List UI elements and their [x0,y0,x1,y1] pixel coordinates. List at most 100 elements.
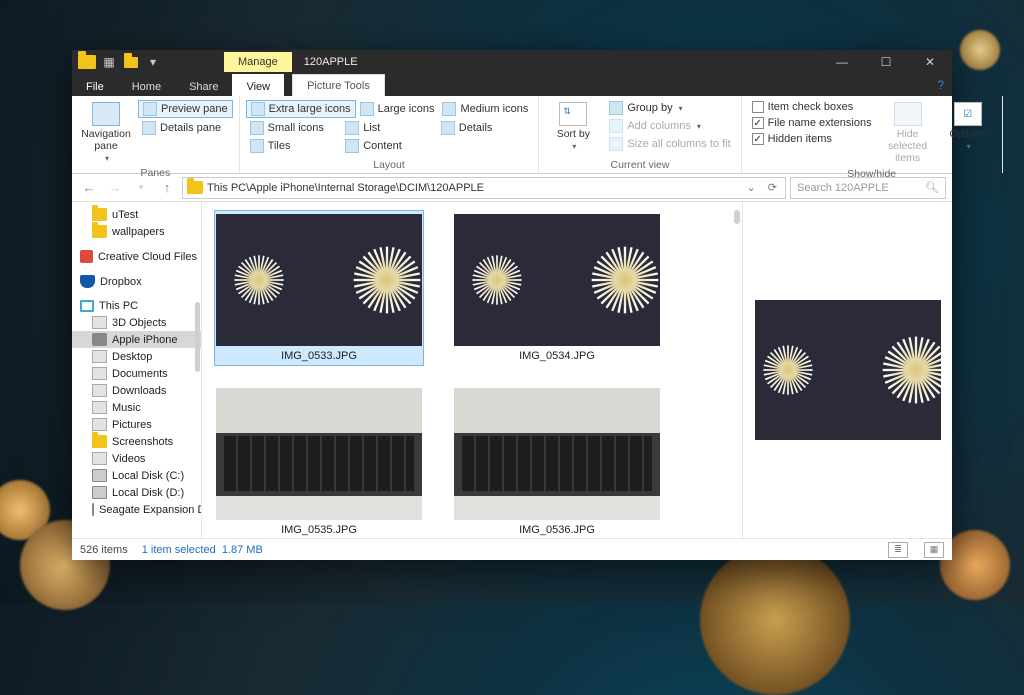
preview-pane-button[interactable]: Preview pane [138,100,233,118]
cc-icon [80,250,93,263]
address-field[interactable]: This PC\Apple iPhone\Internal Storage\DC… [182,177,786,199]
layout-content[interactable]: Content [341,138,437,154]
details-pane-button[interactable]: Details pane [138,120,233,136]
navigation-tree[interactable]: uTestwallpapers Creative Cloud Files Dropb… [72,202,202,538]
forward-button[interactable]: → [104,177,126,199]
status-item-count: 526 items [80,544,128,556]
options-button[interactable]: ☑ Options▾ [940,100,996,166]
hd-icon [92,469,107,482]
layout-list[interactable]: List [341,120,437,136]
hd-icon [92,503,94,516]
db-icon [80,275,95,288]
layout-medium[interactable]: Medium icons [438,100,532,118]
file-list[interactable]: IMG_0533.JPG IMG_0534.JPG IMG_0535.JPG IMG_… [202,202,742,538]
recent-locations-icon[interactable]: ▾ [130,177,152,199]
thumbnail-image [216,214,422,346]
back-button[interactable]: ← [78,177,100,199]
group-by-button[interactable]: Group by▾ [605,100,734,116]
layout-tiles[interactable]: Tiles [246,138,342,154]
file-name: IMG_0534.JPG [519,350,595,362]
tree-item[interactable]: Screenshots [72,433,201,450]
pc-icon [80,300,94,312]
qat-newfolder-icon[interactable] [120,51,142,73]
file-name: IMG_0535.JPG [281,524,357,536]
tab-picture-tools[interactable]: Picture Tools [292,74,385,96]
thumbnail-image [454,214,660,346]
file-thumbnail[interactable]: IMG_0536.JPG [452,384,662,538]
tree-item[interactable]: This PC [72,298,201,314]
sort-by-button[interactable]: ⇅ Sort by▾ [545,100,601,157]
dev-icon [92,333,107,346]
file-name: IMG_0533.JPG [281,350,357,362]
preview-pane [742,202,952,538]
generic-icon [92,384,107,397]
up-button[interactable]: ↑ [156,177,178,199]
folder-icon [187,181,203,194]
search-icon: 🔍︎ [925,181,939,194]
help-icon[interactable]: ? [937,74,952,96]
search-input[interactable]: Search 120APPLE 🔍︎ [790,177,946,199]
tree-item[interactable]: Videos [72,450,201,467]
generic-icon [92,350,107,363]
refresh-icon[interactable]: ⟳ [764,181,781,194]
tab-view[interactable]: View [232,74,284,96]
tree-item[interactable]: Local Disk (C:) [72,467,201,484]
ribbon: Navigation pane▾ Preview pane Details pa… [72,96,952,174]
tree-item[interactable]: Music [72,399,201,416]
tree-item[interactable]: Dropbox [72,273,201,290]
file-thumbnail[interactable]: IMG_0534.JPG [452,210,662,366]
hd-icon [92,486,107,499]
tree-item[interactable]: Seagate Expansion Drive [72,501,201,518]
address-dropdown-icon[interactable]: ⌄ [743,181,760,194]
tree-item[interactable]: Apple iPhone [72,331,201,348]
minimize-button[interactable]: — [820,50,864,74]
hide-selected-button[interactable]: Hide selected items [880,100,936,166]
app-folder-icon [76,51,98,73]
qat-properties-icon[interactable]: ▦ [98,51,120,73]
layout-details[interactable]: Details [437,120,533,136]
ribbon-group-layout: Extra large icons Large icons Medium ico… [240,96,540,173]
check-hidden-items[interactable]: ✓Hidden items [748,132,876,146]
check-file-extensions[interactable]: ✓File name extensions [748,116,876,130]
view-large-icon[interactable]: ▦ [924,542,944,558]
tab-share[interactable]: Share [175,74,232,96]
layout-small[interactable]: Small icons [246,120,342,136]
ribbon-tabs: File Home Share View Picture Tools ? [72,74,952,96]
ribbon-group-panes: Navigation pane▾ Preview pane Details pa… [72,96,240,173]
generic-icon [92,452,107,465]
check-item-checkboxes[interactable]: Item check boxes [748,100,876,114]
tab-file[interactable]: File [72,74,118,96]
tree-item[interactable]: Local Disk (D:) [72,484,201,501]
close-button[interactable]: ✕ [908,50,952,74]
generic-icon [92,418,107,431]
layout-extra-large[interactable]: Extra large icons [246,100,356,118]
ribbon-group-current-view: ⇅ Sort by▾ Group by▾ Add columns▾ Size a… [539,96,741,173]
view-details-icon[interactable]: ≣ [888,542,908,558]
window-title: 120APPLE [292,56,370,68]
tree-item[interactable]: Downloads [72,382,201,399]
tree-item[interactable]: uTest [72,206,201,223]
add-columns-button[interactable]: Add columns▾ [605,118,734,134]
navigation-pane-button[interactable]: Navigation pane▾ [78,100,134,165]
tree-item[interactable]: 3D Objects [72,314,201,331]
size-columns-button[interactable]: Size all columns to fit [605,136,734,152]
file-thumbnail[interactable]: IMG_0533.JPG [214,210,424,366]
tree-item[interactable]: Desktop [72,348,201,365]
thumbnail-image [454,388,660,520]
f-icon [92,435,107,448]
breadcrumb: This PC\Apple iPhone\Internal Storage\DC… [207,182,484,194]
tab-home[interactable]: Home [118,74,175,96]
maximize-button[interactable]: ☐ [864,50,908,74]
thumbnail-image [216,388,422,520]
layout-large[interactable]: Large icons [356,100,439,118]
file-thumbnail[interactable]: IMG_0535.JPG [214,384,424,538]
tree-item[interactable]: Documents [72,365,201,382]
tree-item[interactable]: Pictures [72,416,201,433]
generic-icon [92,316,107,329]
explorer-window: ▦ ▾ Manage 120APPLE — ☐ ✕ File Home Shar… [72,50,952,560]
tree-item[interactable]: wallpapers [72,223,201,240]
status-bar: 526 items 1 item selected 1.87 MB ≣ ▦ [72,538,952,560]
f-icon [92,225,107,238]
qat-customize-icon[interactable]: ▾ [142,51,164,73]
tree-item[interactable]: Creative Cloud Files [72,248,201,265]
